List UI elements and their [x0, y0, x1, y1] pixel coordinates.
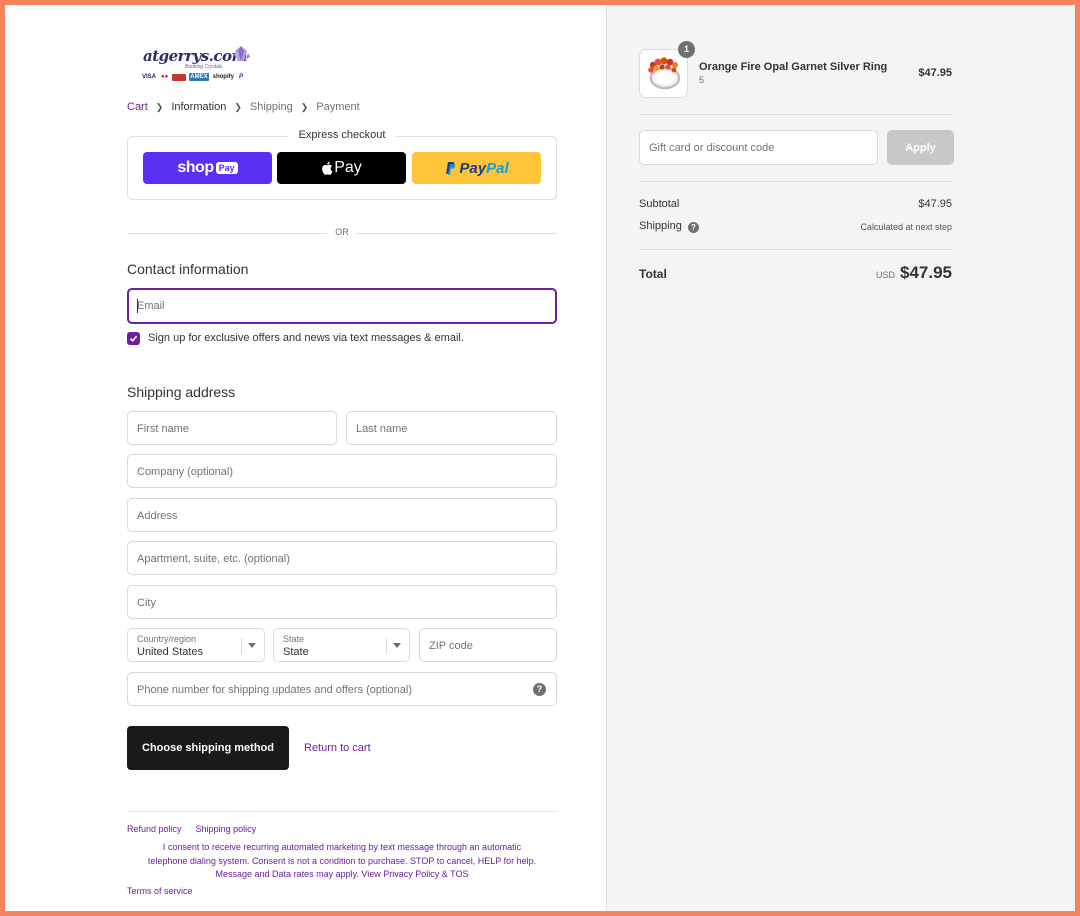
- quantity-badge: 1: [678, 41, 695, 58]
- return-to-cart-link[interactable]: Return to cart: [304, 742, 371, 754]
- subtotal-value: $47.95: [918, 198, 952, 210]
- chevron-right-icon: ❯: [300, 101, 309, 112]
- product-price: $47.95: [918, 67, 952, 79]
- card-icon: [172, 73, 187, 81]
- crystal-icon: [234, 46, 250, 61]
- shipping-label: Shipping: [639, 220, 682, 232]
- footer-divider: [127, 811, 557, 812]
- apple-icon: [322, 161, 333, 175]
- express-checkout-title: Express checkout: [288, 129, 396, 141]
- terms-of-service-link[interactable]: Terms of service: [127, 886, 193, 896]
- breadcrumb-cart[interactable]: Cart: [127, 101, 148, 113]
- sms-consent-text: I consent to receive recurring automated…: [127, 841, 557, 882]
- subtotal-label: Subtotal: [639, 198, 680, 210]
- paypal-word-part2: Pal: [486, 159, 509, 177]
- state-select[interactable]: State State: [273, 628, 410, 662]
- country-label: Country/region: [137, 634, 197, 644]
- total-label: Total: [639, 267, 667, 281]
- signup-label: Sign up for exclusive offers and news vi…: [148, 332, 464, 344]
- total-currency: USD: [875, 270, 895, 280]
- mastercard-icon: ●●: [161, 74, 169, 80]
- company-placeholder: Company (optional): [137, 466, 233, 478]
- discount-code-field[interactable]: Gift card or discount code: [639, 130, 878, 165]
- city-field[interactable]: City: [127, 585, 557, 619]
- email-field[interactable]: Email: [127, 288, 557, 324]
- payment-card-logos: VISA ●● AMEX shopify P: [141, 73, 244, 81]
- or-divider: OR: [127, 227, 557, 239]
- summary-divider: [639, 249, 953, 250]
- checkout-frame: atgerrys.com Booking Crystals VISA ●● AM…: [5, 5, 1075, 911]
- country-value: United States: [137, 646, 204, 658]
- help-icon[interactable]: ?: [533, 683, 546, 696]
- city-placeholder: City: [137, 597, 156, 609]
- select-divider: [386, 638, 387, 654]
- consent-line: telephone dialing system. Consent is not…: [147, 855, 537, 866]
- apartment-field[interactable]: Apartment, suite, etc. (optional): [127, 541, 557, 575]
- amex-icon: AMEX: [189, 73, 209, 81]
- shop-pay-button[interactable]: shop Pay: [143, 152, 272, 184]
- discount-placeholder: Gift card or discount code: [649, 142, 775, 154]
- help-icon[interactable]: ?: [688, 222, 699, 233]
- store-logo[interactable]: atgerrys.com Booking Crystals VISA ●● AM…: [141, 43, 253, 87]
- apple-pay-button[interactable]: Pay: [277, 152, 406, 184]
- zip-placeholder: ZIP code: [429, 640, 473, 652]
- consent-line[interactable]: Message and Data rates may apply. View P…: [127, 868, 557, 882]
- company-field[interactable]: Company (optional): [127, 454, 557, 488]
- breadcrumb-information: Information: [171, 101, 227, 113]
- paypal-word-part1: Pay: [459, 159, 487, 177]
- phone-field[interactable]: Phone number for shipping updates and of…: [127, 672, 557, 706]
- state-label: State: [283, 634, 305, 644]
- contact-section-title: Contact information: [127, 261, 249, 277]
- product-name: Orange Fire Opal Garnet Silver Ring: [699, 61, 888, 73]
- summary-divider: [639, 114, 953, 115]
- product-variant: 5: [699, 75, 705, 85]
- paypal-icon: [446, 162, 456, 175]
- visa-icon: VISA: [142, 74, 157, 80]
- consent-line: I consent to receive recurring automated…: [162, 842, 522, 852]
- refund-policy-link[interactable]: Refund policy: [127, 824, 182, 834]
- shopify-icon: shopify: [212, 74, 234, 80]
- state-value: State: [283, 646, 309, 658]
- divider-line: [357, 233, 557, 234]
- express-checkout: Express checkout shop Pay Pay Pay Pal: [127, 129, 557, 200]
- chevron-down-icon: [248, 643, 256, 648]
- breadcrumb-payment: Payment: [316, 101, 360, 113]
- shipping-policy-link[interactable]: Shipping policy: [196, 824, 257, 834]
- summary-divider: [639, 181, 953, 182]
- address-field[interactable]: Address: [127, 498, 557, 532]
- total-value: $47.95: [900, 263, 952, 282]
- shipping-section-title: Shipping address: [127, 384, 236, 400]
- paypal-small-icon: P: [238, 74, 243, 80]
- first-name-field[interactable]: First name: [127, 411, 337, 445]
- breadcrumb-shipping: Shipping: [249, 101, 293, 113]
- shop-pay-word: shop: [177, 159, 214, 176]
- logo-tagline: Booking Crystals: [185, 64, 223, 70]
- first-name-placeholder: First name: [137, 423, 189, 435]
- chevron-right-icon: ❯: [234, 101, 242, 112]
- apple-pay-label: Pay: [334, 159, 362, 176]
- shipping-value: Calculated at next step: [860, 222, 952, 232]
- order-summary: 1 Orange Fire Opal Garnet Silver Ring 5 …: [606, 5, 1075, 911]
- or-text: OR: [335, 227, 349, 237]
- policy-links: Refund policy Shipping policy: [127, 824, 256, 834]
- apply-discount-button[interactable]: Apply: [887, 130, 954, 165]
- chevron-down-icon: [393, 643, 401, 648]
- choose-shipping-method-button[interactable]: Choose shipping method: [127, 726, 289, 770]
- select-divider: [241, 638, 242, 654]
- phone-placeholder: Phone number for shipping updates and of…: [137, 684, 412, 696]
- checkmark-icon: [129, 335, 138, 342]
- last-name-field[interactable]: Last name: [346, 411, 557, 445]
- apartment-placeholder: Apartment, suite, etc. (optional): [137, 553, 290, 565]
- zip-field[interactable]: ZIP code: [419, 628, 557, 662]
- paypal-button[interactable]: Pay Pal: [412, 152, 541, 184]
- email-placeholder: Email: [137, 300, 165, 312]
- shop-pay-pill: Pay: [215, 162, 238, 174]
- breadcrumb: Cart ❯ Information ❯ Shipping ❯ Payment: [127, 101, 360, 113]
- last-name-placeholder: Last name: [356, 423, 408, 435]
- address-placeholder: Address: [137, 510, 178, 522]
- ring-image: [648, 57, 681, 90]
- country-select[interactable]: Country/region United States: [127, 628, 265, 662]
- chevron-right-icon: ❯: [155, 101, 164, 112]
- signup-checkbox[interactable]: [127, 332, 140, 345]
